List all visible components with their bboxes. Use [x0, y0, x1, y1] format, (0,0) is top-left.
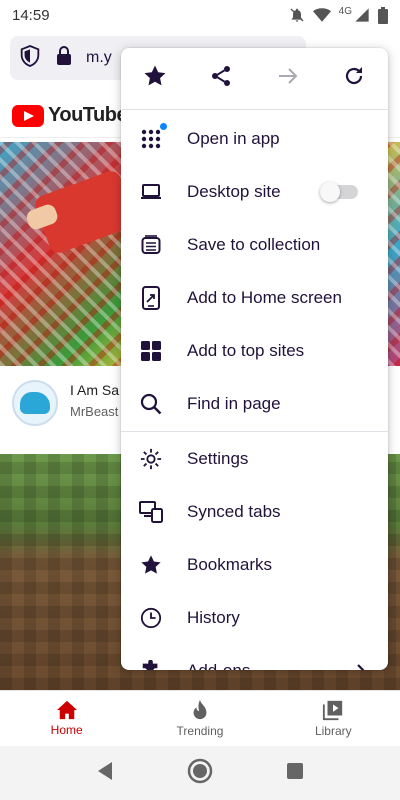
- url-text[interactable]: m.y: [86, 49, 112, 67]
- menu-item-label: Open in app: [187, 128, 280, 148]
- tab-home-label: Home: [50, 723, 83, 737]
- menu-item-open-in-app[interactable]: Open in app: [121, 112, 388, 165]
- tab-trending-label: Trending: [176, 724, 224, 738]
- menu-item-desktop-site[interactable]: Desktop site: [121, 165, 388, 218]
- network-type: 4G: [338, 5, 352, 17]
- menu-item-settings[interactable]: Settings: [121, 432, 388, 485]
- home-circle-icon[interactable]: [187, 758, 213, 789]
- puzzle-icon: [139, 659, 163, 670]
- menu-toolbar: [121, 48, 388, 110]
- star-icon: [143, 64, 167, 93]
- menu-item-label: Bookmarks: [187, 554, 273, 574]
- back-icon[interactable]: [96, 761, 114, 786]
- chevron-right-icon: [354, 663, 368, 670]
- library-icon: [322, 699, 344, 721]
- menu-item-add-to-home-screen[interactable]: Add to Home screen: [121, 271, 388, 324]
- status-bar: 14:59 4G: [0, 0, 400, 30]
- tracking-protection-shield-icon[interactable]: [20, 44, 40, 72]
- gear-icon: [139, 447, 163, 471]
- desktop-site-toggle[interactable]: [320, 181, 358, 202]
- menu-item-label: Find in page: [187, 393, 281, 413]
- tab-trending[interactable]: Trending: [133, 691, 266, 746]
- menu-item-label: Add to Home screen: [187, 287, 342, 307]
- wifi-icon: [312, 7, 331, 23]
- collection-icon: [139, 233, 163, 257]
- video-title[interactable]: I Am Sa: [70, 382, 119, 398]
- youtube-logo-text: YouTube: [48, 104, 128, 126]
- laptop-icon: [139, 180, 163, 204]
- menu-item-find-in-page[interactable]: Find in page: [121, 377, 388, 430]
- forward-arrow-icon: [276, 64, 300, 93]
- notifications-off-icon: [289, 7, 305, 23]
- status-time: 14:59: [12, 6, 50, 24]
- browser-menu: Open in app Desktop site Save to collect…: [121, 48, 388, 670]
- menu-item-label: Synced tabs: [187, 501, 281, 521]
- menu-item-label: Save to collection: [187, 234, 321, 254]
- system-navigation-bar: [0, 746, 400, 800]
- avatar[interactable]: [12, 380, 58, 426]
- synced-tabs-icon: [139, 500, 163, 524]
- home-icon: [56, 700, 78, 720]
- tab-library[interactable]: Library: [267, 691, 400, 746]
- youtube-play-icon: [12, 104, 44, 127]
- search-icon: [139, 392, 163, 416]
- menu-item-label: History: [187, 607, 240, 627]
- menu-item-bookmarks[interactable]: Bookmarks: [121, 538, 388, 591]
- lock-icon[interactable]: [56, 45, 72, 71]
- tab-home[interactable]: Home: [0, 691, 133, 746]
- menu-item-synced-tabs[interactable]: Synced tabs: [121, 485, 388, 538]
- bookmark-button[interactable]: [141, 65, 169, 93]
- add-to-homescreen-icon: [139, 285, 163, 310]
- clock-icon: [139, 606, 163, 630]
- video-channel[interactable]: MrBeast: [70, 404, 118, 419]
- forward-button[interactable]: [274, 65, 302, 93]
- flame-icon: [191, 699, 209, 721]
- youtube-logo[interactable]: YouTube: [12, 104, 128, 127]
- star-icon: [139, 553, 163, 577]
- top-sites-icon: [139, 339, 163, 363]
- status-icons: 4G: [289, 5, 388, 24]
- menu-item-history[interactable]: History: [121, 591, 388, 644]
- reload-icon: [342, 64, 366, 93]
- menu-item-add-to-top-sites[interactable]: Add to top sites: [121, 324, 388, 377]
- menu-item-label: Desktop site: [187, 181, 281, 201]
- app-grid-icon: [139, 122, 167, 151]
- share-icon: [209, 64, 233, 93]
- menu-item-label: Settings: [187, 448, 249, 468]
- recents-square-icon[interactable]: [286, 762, 304, 785]
- bottom-navigation: Home Trending Library: [0, 690, 400, 746]
- battery-icon: [378, 6, 388, 24]
- notification-dot: [160, 122, 167, 130]
- menu-item-save-to-collection[interactable]: Save to collection: [121, 218, 388, 271]
- reload-button[interactable]: [340, 65, 368, 93]
- tab-library-label: Library: [314, 724, 352, 738]
- share-button[interactable]: [207, 65, 235, 93]
- menu-item-label: Add-ons: [187, 660, 251, 671]
- menu-item-label: Add to top sites: [187, 340, 305, 360]
- menu-item-add-ons[interactable]: Add-ons: [121, 644, 388, 670]
- cell-signal-icon: [354, 7, 370, 23]
